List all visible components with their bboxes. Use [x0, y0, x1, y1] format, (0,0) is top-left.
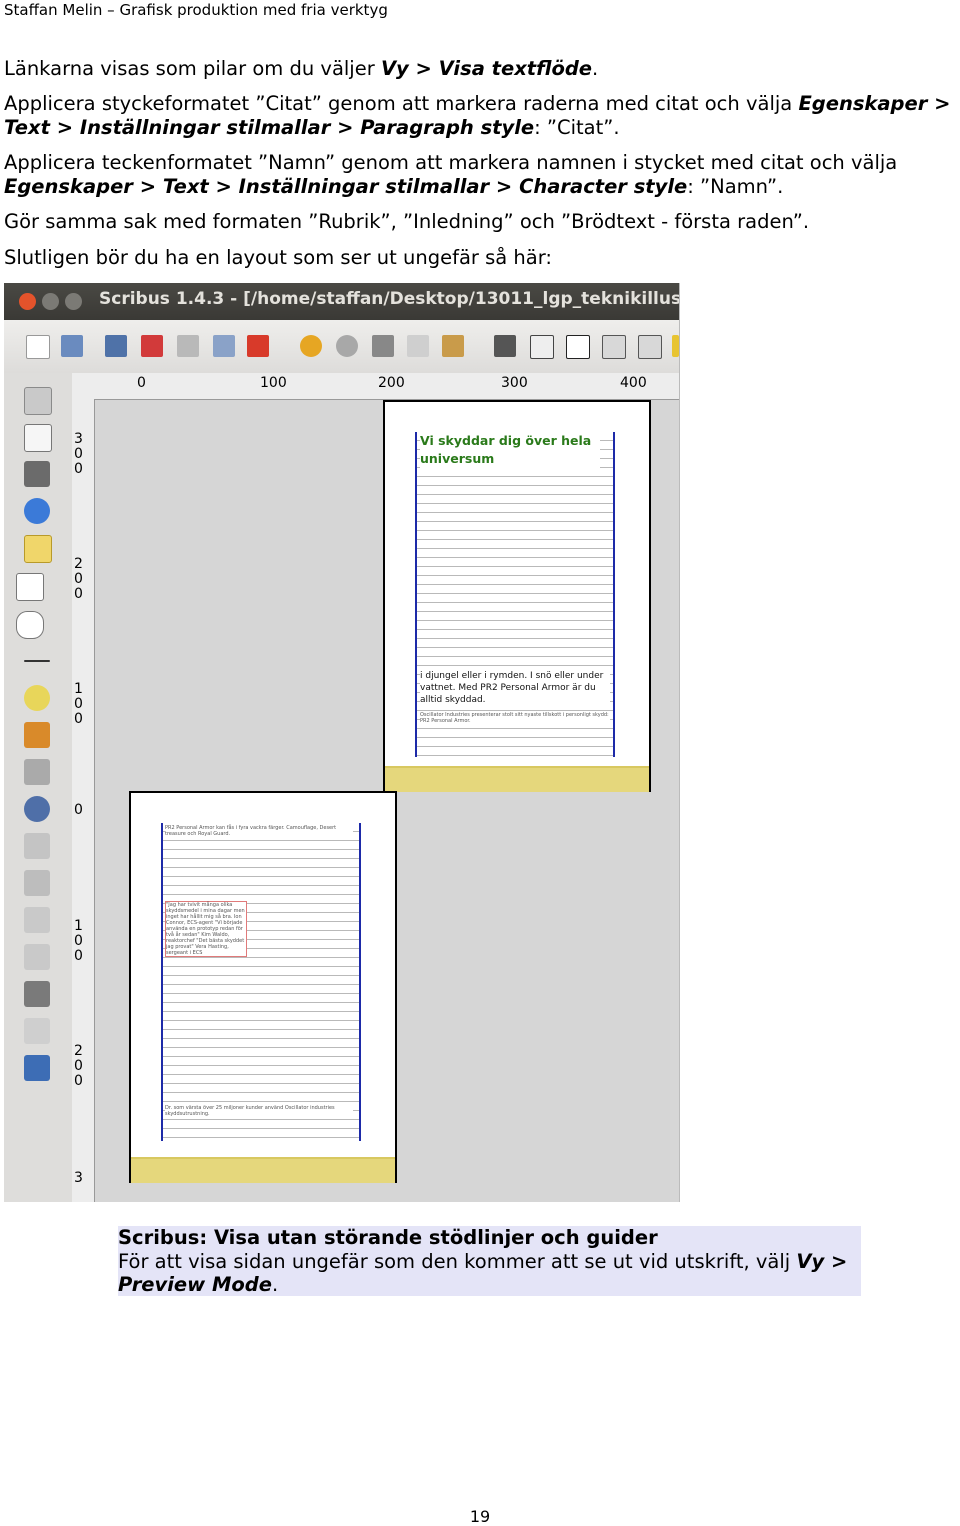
select-tool-icon[interactable]: [24, 387, 52, 415]
ruler-label: 100: [260, 375, 287, 391]
polygon-icon[interactable]: [16, 611, 44, 639]
line-icon[interactable]: [24, 660, 50, 662]
text-frame-icon[interactable]: [24, 424, 52, 452]
horizontal-ruler[interactable]: 0 100 200 300 400: [72, 373, 679, 400]
tools-sidebar: [4, 373, 72, 1202]
paste-icon[interactable]: [442, 335, 464, 357]
window-title: Scribus 1.4.3 - [/home/staffan/Desktop/1…: [99, 289, 680, 309]
page-1[interactable]: Vi skyddar dig över hela universum i dju…: [383, 400, 651, 792]
text-frame[interactable]: [415, 432, 615, 757]
paragraph-links: Länkarna visas som pilar om du väljer Vy…: [4, 57, 599, 80]
checkbox-icon[interactable]: [566, 335, 590, 359]
ruler-label: 100: [74, 681, 83, 727]
tip-text: För att visa sidan ungefär som den komme…: [118, 1249, 848, 1297]
edit-text-icon[interactable]: [24, 833, 50, 859]
body-text: Oscillator Industries presenterar stolt …: [420, 712, 610, 724]
vertical-ruler[interactable]: 300 200 100 0 100 200 3: [72, 399, 95, 1202]
copy-properties-icon[interactable]: [24, 1018, 50, 1044]
minimize-icon[interactable]: [42, 293, 59, 310]
ok-icon[interactable]: [494, 335, 516, 357]
eyedropper-icon[interactable]: [24, 1055, 50, 1081]
document-canvas[interactable]: Vi skyddar dig över hela universum i dju…: [95, 400, 679, 1202]
paragraph-citat: Applicera styckeformatet ”Citat” genom a…: [4, 92, 951, 139]
freehand-icon[interactable]: [24, 722, 50, 748]
ruler-label: 200: [378, 375, 405, 391]
unlink-text-icon[interactable]: [24, 944, 50, 970]
ruler-label: 100: [74, 918, 83, 964]
shape-icon[interactable]: [16, 573, 44, 601]
headline: Vi skyddar dig över hela universum: [420, 432, 600, 468]
toolbar: [4, 320, 679, 373]
zoom-icon[interactable]: [24, 796, 50, 822]
open-icon[interactable]: [61, 335, 83, 357]
quote-frame: "Jag har tvivit många olika skyddsmedel …: [165, 901, 247, 957]
ruler-label: 200: [74, 556, 83, 602]
page-number: 19: [469, 1507, 491, 1526]
ruler-label: 300: [74, 431, 83, 477]
running-header: Staffan Melin – Grafisk produktion med f…: [4, 1, 388, 19]
table-icon[interactable]: [638, 335, 662, 359]
window-titlebar: Scribus 1.4.3 - [/home/staffan/Desktop/1…: [4, 283, 679, 320]
ruler-label: 3: [74, 1170, 83, 1186]
footer-text: Dr. som värsta över 25 miljoner kunder a…: [165, 1105, 353, 1117]
page-footer-bar: [385, 766, 649, 792]
tip-title: Scribus: Visa utan störande stödlinjer o…: [118, 1226, 658, 1249]
measure-icon[interactable]: [24, 981, 50, 1007]
image-frame-icon[interactable]: [24, 461, 50, 487]
close-icon[interactable]: [19, 293, 36, 310]
paragraph-namn: Applicera teckenformatet ”Namn” genom at…: [4, 151, 898, 198]
preflight-icon[interactable]: [213, 335, 235, 357]
ruler-label: 0: [74, 802, 83, 818]
pdf-icon[interactable]: [247, 335, 269, 357]
edit-contents-icon[interactable]: [24, 870, 50, 896]
lead-text: i djungel eller i rymden. I snö eller un…: [420, 670, 610, 706]
save-icon[interactable]: [105, 335, 127, 357]
rotate-icon[interactable]: [24, 759, 50, 785]
cut-icon[interactable]: [372, 335, 394, 357]
paragraph-layout: Slutligen bör du ha en layout som ser ut…: [4, 246, 552, 269]
menu-path: Egenskaper > Text > Inställningar stilma…: [4, 175, 688, 198]
text-icon[interactable]: [530, 335, 554, 359]
table-tool-icon[interactable]: [24, 535, 52, 563]
render-frame-icon[interactable]: [24, 498, 50, 524]
body-text: PR2 Personal Armor kan fås i fyra vackra…: [165, 825, 353, 837]
ruler-label: 300: [501, 375, 528, 391]
bezier-icon[interactable]: [24, 685, 50, 711]
ruler-label: 400: [620, 375, 647, 391]
page-footer-bar: [131, 1157, 395, 1183]
print-icon[interactable]: [177, 335, 199, 357]
paragraph-formats: Gör samma sak med formaten ”Rubrik”, ”In…: [4, 210, 810, 233]
ruler-label: 200: [74, 1043, 83, 1089]
tip-box: Scribus: Visa utan störande stödlinjer o…: [118, 1226, 861, 1296]
copy-icon[interactable]: [407, 335, 429, 357]
page-2[interactable]: PR2 Personal Armor kan fås i fyra vackra…: [129, 791, 397, 1183]
link-text-icon[interactable]: [24, 907, 50, 933]
list-icon[interactable]: [602, 335, 626, 359]
undo-icon[interactable]: [300, 335, 322, 357]
close-doc-icon[interactable]: [141, 335, 163, 357]
maximize-icon[interactable]: [65, 293, 82, 310]
menu-path: Vy > Visa textflöde: [380, 57, 593, 80]
ruler-label: 0: [137, 375, 146, 391]
scribus-screenshot: Scribus 1.4.3 - [/home/staffan/Desktop/1…: [4, 283, 680, 1202]
redo-icon[interactable]: [336, 335, 358, 357]
text-frame[interactable]: [161, 823, 361, 1141]
new-document-icon[interactable]: [26, 335, 50, 359]
misc-icon[interactable]: [672, 335, 679, 357]
